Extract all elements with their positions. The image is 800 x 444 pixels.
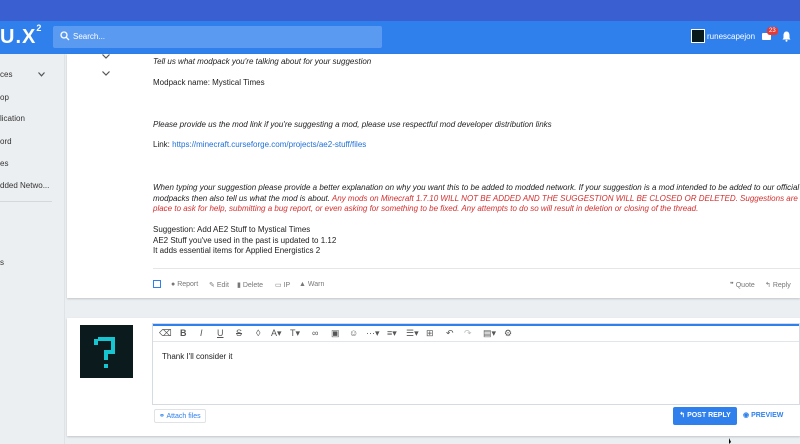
eraser-icon[interactable]: ⌫	[159, 328, 172, 339]
mod-link-line: Link: https://minecraft.curseforge.com/p…	[153, 140, 366, 150]
avatar	[80, 325, 133, 378]
editor-content[interactable]: Thank I'll consider it	[162, 352, 232, 361]
clipboard-icon[interactable]: ▤▾	[483, 328, 496, 339]
question-modpack: Tell us what modpack you're talking abou…	[153, 57, 372, 66]
top-navigation-bar: U.X2 Search... runescapejon 23	[0, 21, 800, 54]
avatar	[691, 29, 705, 43]
chevron-down-icon[interactable]	[102, 71, 110, 76]
question-explanation-2: modpacks then also tell us what the mod …	[153, 194, 800, 204]
sidebar-item-ord[interactable]: ord	[0, 137, 12, 146]
italic-icon[interactable]: I	[200, 328, 203, 338]
redo-icon[interactable]: ↷	[464, 328, 472, 339]
quote-icon: ❞	[730, 282, 734, 289]
forum-post: Tell us what modpack you're talking abou…	[67, 54, 800, 298]
emoji-icon[interactable]: ☺	[349, 328, 358, 338]
reply-icon: ↰	[765, 282, 771, 289]
warn-icon: ▲	[299, 281, 306, 288]
username: runescapejon	[707, 32, 756, 41]
rich-text-editor[interactable]: ⌫ B I U S ◊ A▾ T▾ ∞ ▣ ☺ ···▾ ≡▾ ☰▾ ⊞ ↶ ↷…	[152, 323, 800, 405]
suggestion-detail-2: It adds essential items for Applied Ener…	[153, 246, 321, 255]
delete-button[interactable]: ▮ Delete	[237, 281, 263, 289]
link-icon[interactable]: ∞	[312, 328, 318, 338]
post-actions: ● Report ✎ Edit ▮ Delete ▭ IP ▲ Warn ❞ Q…	[153, 268, 800, 298]
settings-icon[interactable]: ⚙	[504, 328, 512, 339]
list-icon[interactable]: ☰▾	[406, 328, 419, 339]
color-drop-icon[interactable]: ◊	[256, 328, 260, 338]
question-mod-link: Please provide us the mod link if you're…	[153, 120, 552, 129]
sidebar-item-lication[interactable]: lication	[0, 114, 25, 123]
sidebar-item-ces[interactable]: ces	[0, 70, 12, 79]
editor-toolbar: ⌫ B I U S ◊ A▾ T▾ ∞ ▣ ☺ ···▾ ≡▾ ☰▾ ⊞ ↶ ↷…	[153, 324, 799, 342]
text-style-icon[interactable]: T▾	[290, 328, 300, 339]
question-mark-avatar-icon	[80, 325, 133, 378]
sidebar-item-es[interactable]: es	[0, 159, 8, 168]
preview-button[interactable]: ◉ PREVIEW	[743, 407, 789, 425]
ip-button[interactable]: ▭ IP	[275, 281, 290, 289]
warn-button[interactable]: ▲ Warn	[299, 281, 324, 288]
attach-files-button[interactable]: ⚭ Attach files	[154, 409, 206, 423]
suggestion-detail-1: AE2 Stuff you've used in the past is upd…	[153, 236, 337, 245]
table-icon[interactable]: ⊞	[426, 328, 434, 339]
sidebar-item-s[interactable]: s	[0, 258, 4, 267]
bold-icon[interactable]: B	[180, 328, 187, 338]
notification-badge: 23	[767, 27, 778, 35]
quick-reply: ⌫ B I U S ◊ A▾ T▾ ∞ ▣ ☺ ···▾ ≡▾ ☰▾ ⊞ ↶ ↷…	[67, 318, 800, 436]
search-icon	[60, 31, 70, 41]
underline-icon[interactable]: U	[217, 328, 224, 338]
sidebar-item-modded-network[interactable]: dded Netwo...	[0, 181, 49, 190]
align-icon[interactable]: ≡▾	[387, 328, 397, 339]
strikethrough-icon[interactable]: S	[236, 328, 242, 338]
sidebar: ces op lication ord es dded Netwo... s	[0, 54, 65, 444]
undo-icon[interactable]: ↶	[446, 328, 454, 339]
warning-text: Any mods on Minecraft 1.7.10 WILL NOT BE…	[330, 194, 800, 203]
report-button[interactable]: ● Report	[171, 281, 198, 288]
trash-icon: ▮	[237, 282, 241, 289]
link-label: Link:	[153, 140, 173, 149]
eye-icon: ◉	[743, 412, 750, 419]
reply-arrow-icon: ↰	[679, 412, 686, 419]
site-logo[interactable]: U.X2	[0, 23, 42, 49]
sidebar-item-op[interactable]: op	[0, 93, 9, 102]
warning-text-2: place to ask for help, submitting a bug …	[153, 204, 699, 213]
reply-button[interactable]: ↰ Reply	[765, 281, 791, 289]
mod-link[interactable]: https://minecraft.curseforge.com/project…	[172, 140, 366, 149]
mouse-cursor-icon	[729, 438, 731, 444]
question-explanation-1: When typing your suggestion please provi…	[153, 183, 800, 192]
report-icon: ●	[171, 281, 176, 288]
quote-button[interactable]: ❞ Quote	[730, 281, 755, 289]
suggestion-title: Suggestion: Add AE2 Stuff to Mystical Ti…	[153, 225, 311, 234]
bell-icon[interactable]	[782, 31, 791, 42]
select-checkbox[interactable]	[153, 280, 161, 288]
image-icon[interactable]: ▣	[331, 328, 340, 339]
font-size-icon[interactable]: A▾	[271, 328, 282, 339]
more-icon[interactable]: ···▾	[366, 328, 380, 339]
search-placeholder: Search...	[73, 32, 106, 41]
paperclip-icon: ⚭	[159, 413, 165, 420]
ip-icon: ▭	[275, 282, 282, 289]
sidebar-divider	[0, 201, 52, 202]
edit-button[interactable]: ✎ Edit	[209, 281, 229, 289]
chevron-down-icon[interactable]	[38, 72, 45, 77]
edit-icon: ✎	[209, 282, 215, 289]
search-input[interactable]: Search...	[53, 26, 382, 48]
modpack-name: Modpack name: Mystical Times	[153, 78, 265, 87]
browser-top-strip	[0, 0, 800, 21]
post-reply-button[interactable]: ↰ POST REPLY	[673, 407, 737, 425]
chevron-down-icon[interactable]	[102, 54, 110, 59]
